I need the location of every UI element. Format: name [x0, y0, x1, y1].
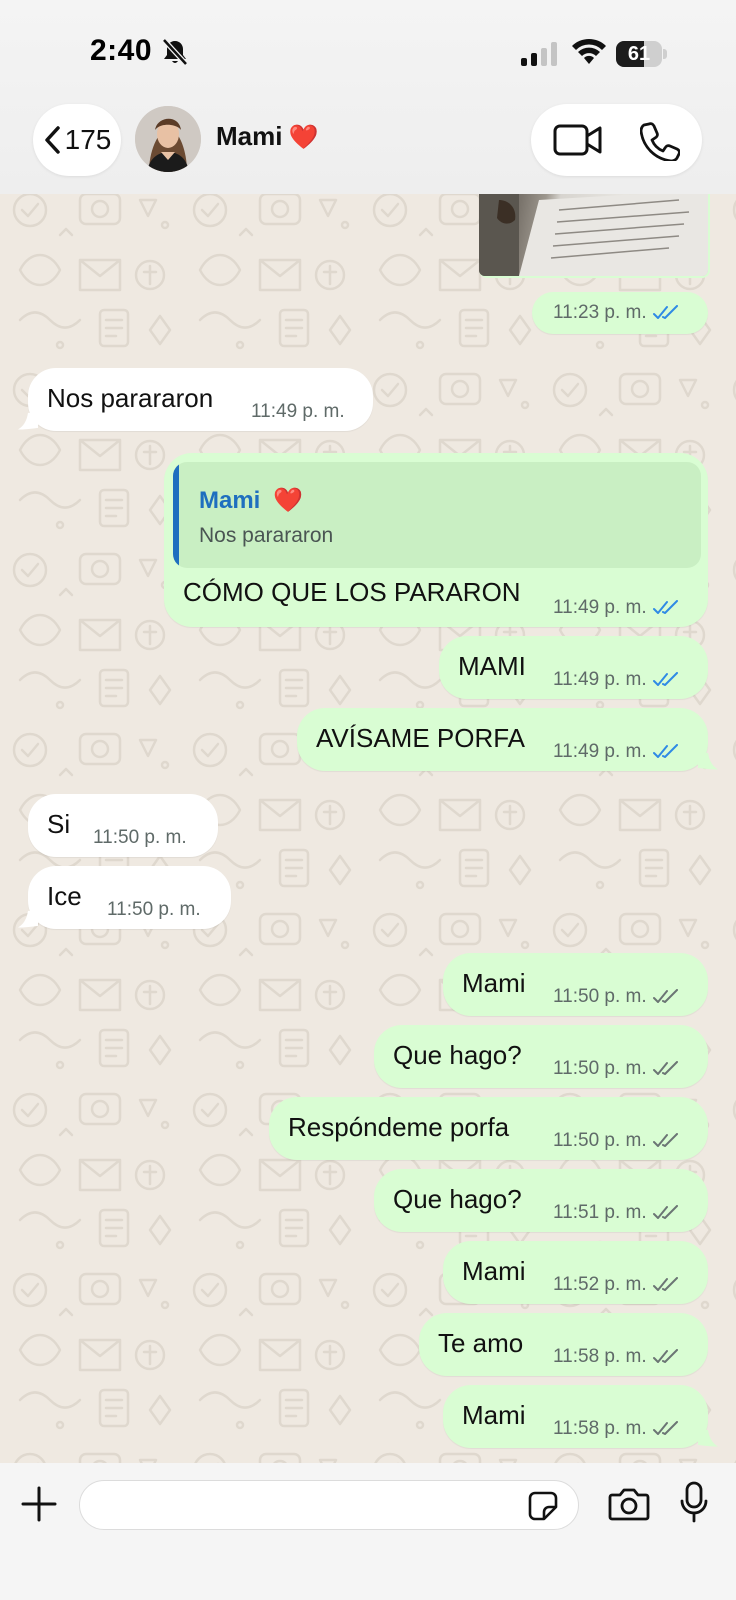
message-time: 11:52 p. m.: [553, 1274, 679, 1296]
message-text: Nos parararon: [47, 383, 214, 413]
message-text: AVÍSAME PORFA: [316, 723, 526, 753]
message-time: 11:51 p. m.: [553, 1202, 679, 1224]
phone-icon[interactable]: [640, 121, 680, 161]
wifi-icon: [572, 38, 606, 64]
delivered-ticks-icon: [652, 989, 678, 1003]
message-text: Respóndeme porfa: [288, 1112, 510, 1142]
read-ticks-icon: [652, 672, 678, 686]
message-time: 11:58 p. m.: [553, 1418, 679, 1440]
bell-off-icon: [162, 38, 188, 66]
message-time: 11:50 p. m.: [553, 1058, 679, 1080]
message-outgoing[interactable]: Respóndeme porfa 11:50 p. m.: [269, 1097, 708, 1160]
delivered-ticks-icon: [652, 1349, 678, 1363]
chevron-left-icon: [44, 126, 60, 154]
photo-content: [479, 190, 708, 276]
contact-name-text: Mami: [216, 121, 283, 151]
message-time: 11:49 p. m.: [553, 597, 679, 619]
read-ticks-icon: [652, 744, 678, 758]
battery-percent: 61: [627, 43, 651, 65]
message-incoming[interactable]: Nos parararon 11:49 p. m.: [28, 368, 373, 431]
message-time: 11:23 p. m.: [553, 302, 679, 324]
avatar-image: [135, 106, 201, 172]
quoted-text: Nos parararon: [199, 524, 334, 547]
message-text: Que hago?: [393, 1184, 522, 1214]
message-input-box[interactable]: [79, 1480, 579, 1530]
message-time: 11:49 p. m.: [553, 669, 679, 691]
message-timestamp-bubble[interactable]: 11:23 p. m.: [532, 292, 708, 334]
message-time: 11:49 p. m.: [251, 401, 345, 422]
message-outgoing[interactable]: Mami 11:58 p. m.: [443, 1385, 708, 1448]
message-outgoing[interactable]: Que hago? 11:51 p. m.: [374, 1169, 708, 1232]
unread-count: 175: [64, 124, 112, 155]
photo-thumbnail[interactable]: [479, 190, 708, 276]
photo-message[interactable]: [479, 190, 710, 278]
contact-emoji: ❤️: [288, 124, 319, 151]
message-composer: [0, 1463, 736, 1600]
message-outgoing[interactable]: Te amo 11:58 p. m.: [419, 1313, 708, 1376]
message-outgoing[interactable]: Mami 11:50 p. m.: [443, 953, 708, 1016]
message-time: 11:50 p. m.: [93, 827, 187, 848]
quoted-message[interactable]: Mami ❤️ Nos parararon: [173, 462, 701, 568]
message-incoming[interactable]: Si 11:50 p. m.: [28, 794, 218, 857]
quoted-author: Mami ❤️: [199, 486, 303, 515]
quoted-author-name: Mami: [199, 487, 261, 514]
message-outgoing-reply[interactable]: Mami ❤️ Nos parararon CÓMO QUE LOS PARAR…: [164, 453, 708, 627]
bubble-tail: [698, 1429, 718, 1447]
message-text: Que hago?: [393, 1040, 522, 1070]
microphone-icon[interactable]: [680, 1481, 708, 1525]
message-text: Mami: [462, 1256, 526, 1286]
message-outgoing[interactable]: MAMI 11:49 p. m.: [439, 636, 708, 699]
message-incoming[interactable]: Ice 11:50 p. m.: [28, 866, 231, 929]
delivered-ticks-icon: [652, 1205, 678, 1219]
delivered-ticks-icon: [652, 1277, 678, 1291]
message-text: Ice: [47, 881, 82, 911]
avatar[interactable]: [135, 106, 201, 172]
message-time: 11:50 p. m.: [553, 1130, 679, 1152]
read-ticks-icon: [652, 305, 678, 319]
message-outgoing[interactable]: AVÍSAME PORFA 11:49 p. m.: [297, 708, 708, 771]
call-actions: [531, 104, 702, 176]
battery-icon: 61: [616, 41, 667, 67]
message-text: MAMI: [458, 651, 526, 681]
message-time: 11:50 p. m.: [107, 899, 201, 920]
message-outgoing[interactable]: Que hago? 11:50 p. m.: [374, 1025, 708, 1088]
sticker-icon[interactable]: [527, 1490, 559, 1522]
message-text: Mami: [462, 968, 526, 998]
bubble-tail: [18, 412, 38, 430]
signal-icon: [521, 42, 557, 66]
message-outgoing[interactable]: Mami 11:52 p. m.: [443, 1241, 708, 1304]
message-text: Si: [47, 809, 71, 839]
message-text: CÓMO QUE LOS PARARON: [183, 577, 521, 607]
delivered-ticks-icon: [652, 1133, 678, 1147]
quoted-author-emoji: ❤️: [273, 487, 303, 514]
delivered-ticks-icon: [652, 1061, 678, 1075]
message-text: Mami: [462, 1400, 526, 1430]
message-time: 11:49 p. m.: [553, 741, 679, 763]
message-time: 11:58 p. m.: [553, 1346, 679, 1368]
message-text: Te amo: [438, 1328, 524, 1358]
read-ticks-icon: [652, 600, 678, 614]
contact-name[interactable]: Mami ❤️: [216, 121, 318, 152]
message-time: 11:50 p. m.: [553, 986, 679, 1008]
message-input[interactable]: [98, 1489, 498, 1523]
top-bar: 2:40 61 175 Mami ❤️: [0, 0, 736, 194]
back-button[interactable]: 175: [33, 104, 121, 176]
quote-accent-bar: [173, 462, 179, 568]
bubble-tail: [698, 752, 718, 770]
camera-icon[interactable]: [608, 1485, 650, 1523]
status-time: 2:40: [90, 34, 153, 67]
bubble-tail: [18, 910, 38, 928]
plus-icon[interactable]: [20, 1485, 58, 1523]
message-list[interactable]: 11:23 p. m. Nos parararon 11:49 p. m. Ma…: [0, 0, 736, 1600]
delivered-ticks-icon: [652, 1421, 678, 1435]
video-camera-icon[interactable]: [553, 122, 603, 158]
